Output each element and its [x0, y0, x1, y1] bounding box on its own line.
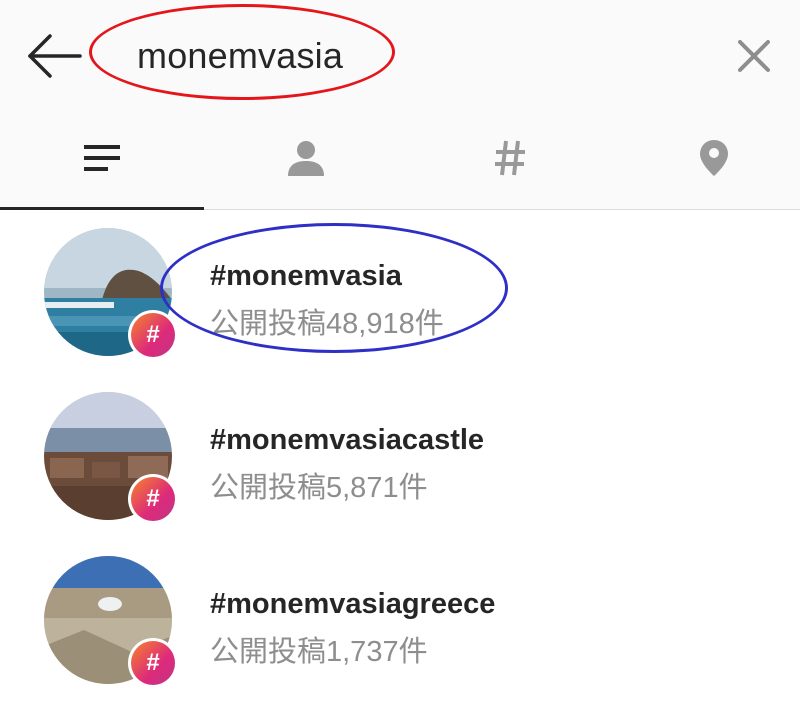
hashtag-badge-icon: # — [131, 313, 175, 357]
hashtag-badge-icon: # — [131, 477, 175, 521]
hashtag-name: #monemvasiagreece — [210, 588, 496, 620]
post-count: 公開投稿5,871件 — [210, 472, 428, 504]
location-pin-icon — [698, 138, 730, 183]
post-count: 公開投稿1,737件 — [210, 636, 428, 668]
hashtag-name: #monemvasia — [210, 260, 402, 292]
top-results-icon — [82, 143, 122, 178]
back-arrow-icon[interactable] — [22, 30, 86, 82]
search-tabs — [0, 112, 800, 210]
hashtag-icon — [493, 138, 527, 183]
hashtag-badge: # — [128, 638, 178, 688]
search-input[interactable]: monemvasia — [137, 30, 343, 82]
post-count: 公開投稿48,918件 — [210, 308, 444, 340]
person-icon — [286, 138, 326, 183]
hashtag-badge: # — [128, 310, 178, 360]
tab-places[interactable] — [612, 112, 800, 209]
hashtag-badge: # — [128, 474, 178, 524]
list-item[interactable]: # #monemvasiacastle 公開投稿5,871件 — [0, 374, 800, 538]
tab-top[interactable] — [0, 112, 204, 210]
tab-people[interactable] — [204, 112, 408, 209]
hashtag-badge-icon: # — [131, 641, 175, 685]
tab-tags[interactable] — [408, 112, 612, 209]
list-item[interactable]: # #monemvasia 公開投稿48,918件 — [0, 210, 800, 374]
clear-search-icon[interactable] — [732, 34, 776, 78]
search-header: monemvasia — [0, 0, 800, 112]
list-item[interactable]: # #monemvasiagreece 公開投稿1,737件 — [0, 538, 800, 702]
results-list: # #monemvasia 公開投稿48,918件 # #monemvasiac… — [0, 210, 800, 688]
hashtag-name: #monemvasiacastle — [210, 424, 485, 456]
